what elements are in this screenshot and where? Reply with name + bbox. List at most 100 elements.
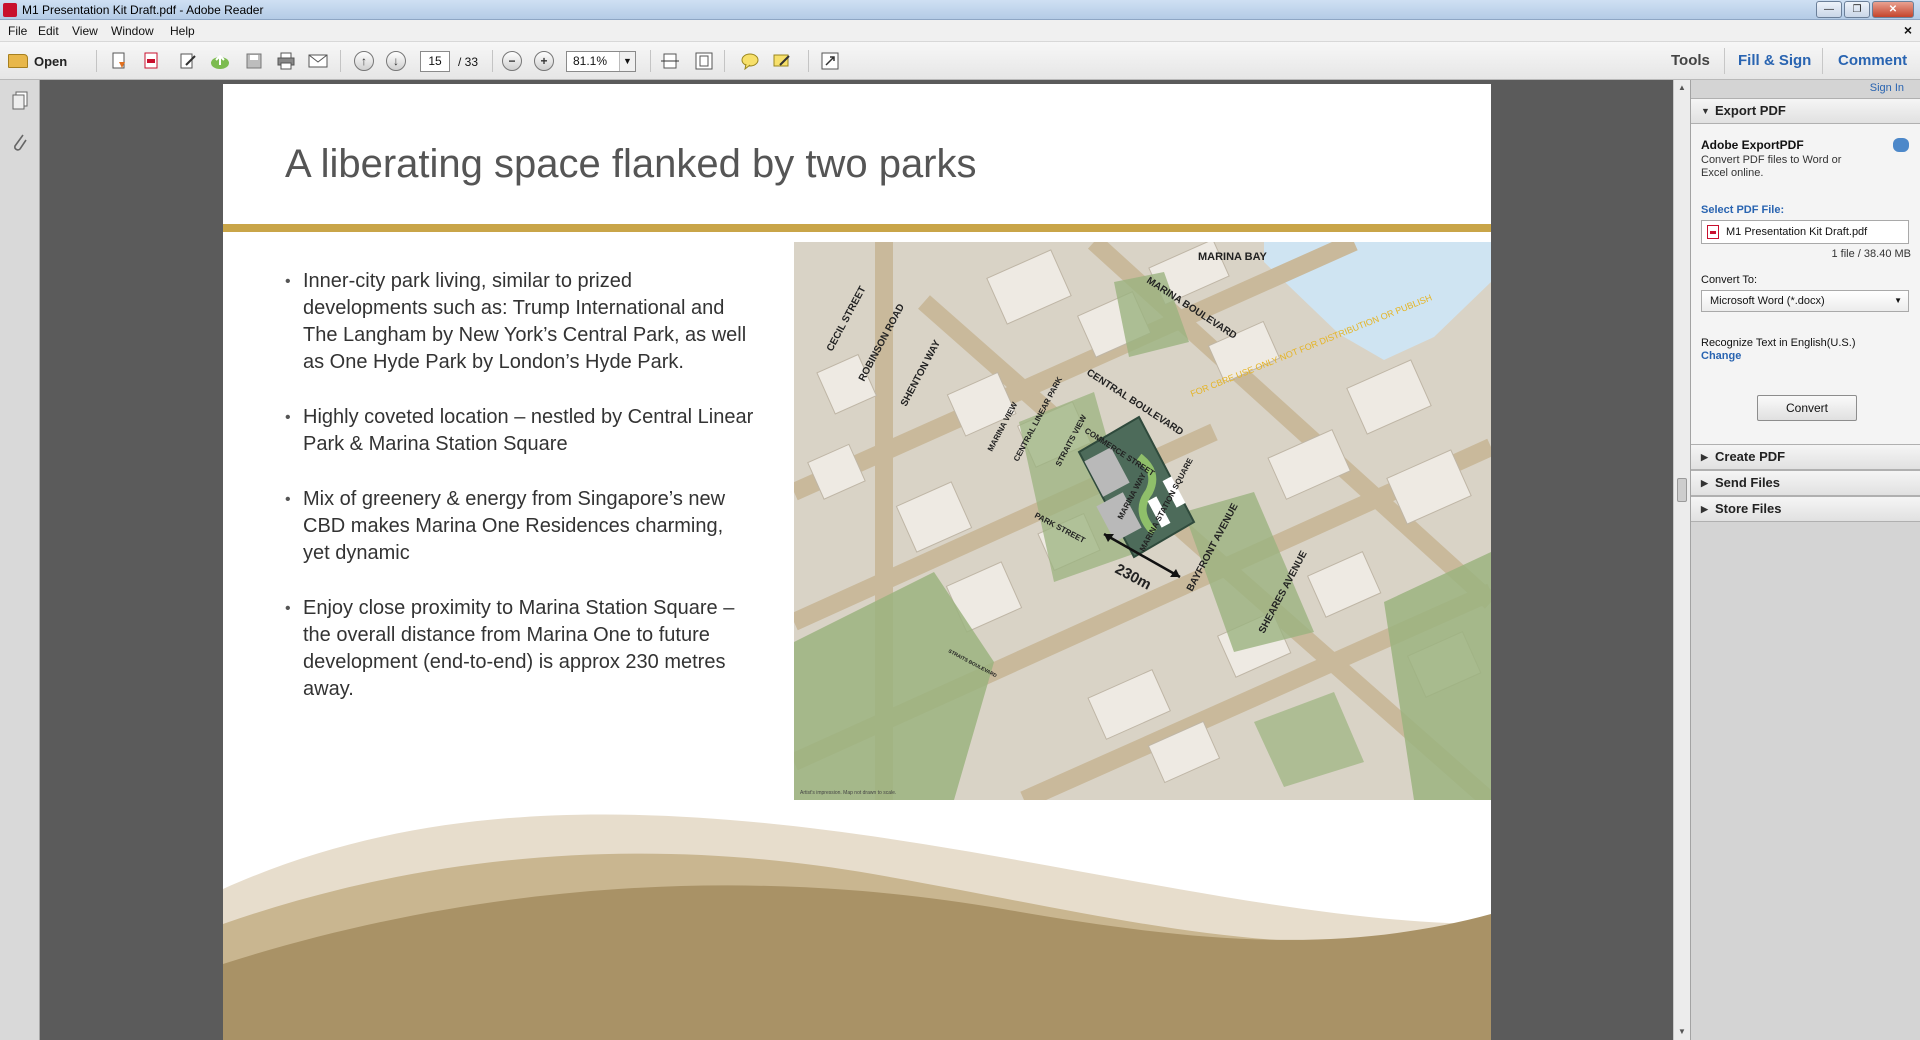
triangle-down-icon: ▼ xyxy=(1701,106,1710,116)
comment-icon[interactable] xyxy=(738,50,762,72)
convert-to-label: Convert To: xyxy=(1701,274,1758,286)
scroll-up-icon[interactable]: ▲ xyxy=(1674,80,1690,96)
tab-tools[interactable]: Tools xyxy=(1671,52,1710,69)
selected-file[interactable]: M1 Presentation Kit Draft.pdf xyxy=(1701,220,1909,244)
export-pdf-label: Export PDF xyxy=(1715,103,1786,118)
toolbar-separator xyxy=(650,50,651,72)
vertical-scrollbar[interactable]: ▲ ▼ xyxy=(1673,80,1690,1040)
recognize-text-label: Recognize Text in English(U.S.) xyxy=(1701,337,1856,349)
export-title: Adobe ExportPDF xyxy=(1701,138,1804,152)
menu-bar: File Edit View Window Help × xyxy=(0,20,1920,42)
page-total: / 33 xyxy=(458,55,479,69)
export-description: Convert PDF files to Word or Excel onlin… xyxy=(1701,154,1842,179)
chevron-down-icon: ▼ xyxy=(1894,296,1902,305)
menu-help[interactable]: Help xyxy=(170,24,195,38)
bullet-item: Mix of greenery & energy from Singapore’… xyxy=(285,486,755,567)
arrow-down-icon: ↓ xyxy=(386,51,406,71)
menu-edit[interactable]: Edit xyxy=(38,24,59,38)
open-label: Open xyxy=(34,53,68,69)
slide-title: A liberating space flanked by two parks xyxy=(285,142,977,186)
previous-page-button[interactable]: ↑ xyxy=(352,50,376,72)
task-pane: Sign In ▼ Export PDF Adobe ExportPDF Con… xyxy=(1690,80,1920,1040)
toolbar: Open ↑ ↓ 15 / 33 − + 81.1% ▼ Tools Fill … xyxy=(0,42,1920,80)
file-size: 1 file / 38.40 MB xyxy=(1831,248,1912,260)
open-button[interactable]: Open xyxy=(8,50,67,72)
scroll-down-icon[interactable]: ▼ xyxy=(1674,1024,1690,1040)
sign-in-link[interactable]: Sign In xyxy=(1870,82,1904,94)
convert-button[interactable]: Convert xyxy=(1757,395,1857,421)
menu-file[interactable]: File xyxy=(8,24,27,38)
zoom-select[interactable]: 81.1% ▼ xyxy=(566,51,636,72)
bullet-item: Highly coveted location – nestled by Cen… xyxy=(285,404,755,458)
file-name: M1 Presentation Kit Draft.pdf xyxy=(1726,226,1868,238)
create-pdf-label: Create PDF xyxy=(1715,449,1786,464)
zoom-in-button[interactable]: + xyxy=(532,50,556,72)
email-icon[interactable] xyxy=(306,50,330,72)
pdf-file-icon xyxy=(1707,225,1719,239)
create-pdf-header[interactable]: ▶ Create PDF xyxy=(1691,444,1920,470)
bullet-item: Enjoy close proximity to Marina Station … xyxy=(285,595,755,703)
title-bar: M1 Presentation Kit Draft.pdf - Adobe Re… xyxy=(0,0,1920,20)
edit-icon[interactable] xyxy=(176,50,200,72)
cloud-icon xyxy=(1893,138,1909,152)
tab-separator xyxy=(1822,48,1823,74)
map-label-marina-bay: MARINA BAY xyxy=(1198,251,1268,263)
location-map: MARINA BAY MARINA BOULEVARD CENTRAL BOUL… xyxy=(794,242,1491,800)
tab-separator xyxy=(1724,48,1725,74)
toolbar-separator xyxy=(340,50,341,72)
pdf-page: A liberating space flanked by two parks … xyxy=(223,84,1491,1040)
upload-cloud-icon[interactable] xyxy=(208,50,232,72)
plus-icon: + xyxy=(534,51,554,71)
bullet-item: Inner-city park living, similar to prize… xyxy=(285,268,755,376)
store-files-header[interactable]: ▶ Store Files xyxy=(1691,496,1920,522)
adobe-reader-icon xyxy=(3,3,17,17)
page-number-input[interactable]: 15 xyxy=(420,51,450,72)
toolbar-separator xyxy=(724,50,725,72)
arrow-up-icon: ↑ xyxy=(354,51,374,71)
full-screen-icon[interactable] xyxy=(818,50,842,72)
window-title: M1 Presentation Kit Draft.pdf - Adobe Re… xyxy=(22,3,264,17)
fit-width-icon[interactable] xyxy=(658,50,682,72)
send-files-header[interactable]: ▶ Send Files xyxy=(1691,470,1920,496)
menu-window[interactable]: Window xyxy=(111,24,154,38)
print-icon[interactable] xyxy=(274,50,298,72)
tab-fill-sign[interactable]: Fill & Sign xyxy=(1738,52,1811,69)
zoom-value: 81.1% xyxy=(573,54,608,68)
pdf-convert-icon[interactable] xyxy=(140,50,164,72)
close-document-button[interactable]: × xyxy=(1904,22,1912,38)
zoom-out-button[interactable]: − xyxy=(500,50,524,72)
change-language-link[interactable]: Change xyxy=(1701,350,1741,362)
title-divider xyxy=(223,224,1491,232)
map-footnote: Artist's impression. Map not drawn to sc… xyxy=(800,790,896,796)
export-pdf-panel: Adobe ExportPDF Convert PDF files to Wor… xyxy=(1691,124,1920,444)
toolbar-separator xyxy=(492,50,493,72)
next-page-button[interactable]: ↓ xyxy=(384,50,408,72)
close-button[interactable]: ✕ xyxy=(1872,1,1914,18)
tab-comment[interactable]: Comment xyxy=(1838,52,1907,69)
attachments-icon[interactable] xyxy=(10,132,30,154)
fit-page-icon[interactable] xyxy=(692,50,716,72)
toolbar-separator xyxy=(808,50,809,72)
save-icon[interactable] xyxy=(242,50,266,72)
export-pdf-header[interactable]: ▼ Export PDF xyxy=(1691,98,1920,124)
highlight-icon[interactable] xyxy=(770,50,794,72)
maximize-button[interactable]: ❐ xyxy=(1844,1,1870,18)
scroll-thumb[interactable] xyxy=(1677,478,1687,502)
minus-icon: − xyxy=(502,51,522,71)
toolbar-separator xyxy=(96,50,97,72)
convert-format-value: Microsoft Word (*.docx) xyxy=(1710,295,1825,307)
store-files-label: Store Files xyxy=(1715,501,1782,516)
chevron-down-icon: ▼ xyxy=(619,52,635,71)
document-area: A liberating space flanked by two parks … xyxy=(41,80,1673,1040)
create-pdf-icon[interactable] xyxy=(108,50,132,72)
bullet-list: Inner-city park living, similar to prize… xyxy=(285,268,755,731)
select-file-label: Select PDF File: xyxy=(1701,204,1785,216)
folder-icon xyxy=(8,54,28,68)
navigation-pane xyxy=(0,80,40,1040)
minimize-button[interactable]: — xyxy=(1816,1,1842,18)
page-thumbnails-icon[interactable] xyxy=(10,90,30,112)
triangle-right-icon: ▶ xyxy=(1701,478,1708,488)
menu-view[interactable]: View xyxy=(72,24,98,38)
convert-format-select[interactable]: Microsoft Word (*.docx) ▼ xyxy=(1701,290,1909,312)
decorative-waves xyxy=(223,814,1491,1040)
